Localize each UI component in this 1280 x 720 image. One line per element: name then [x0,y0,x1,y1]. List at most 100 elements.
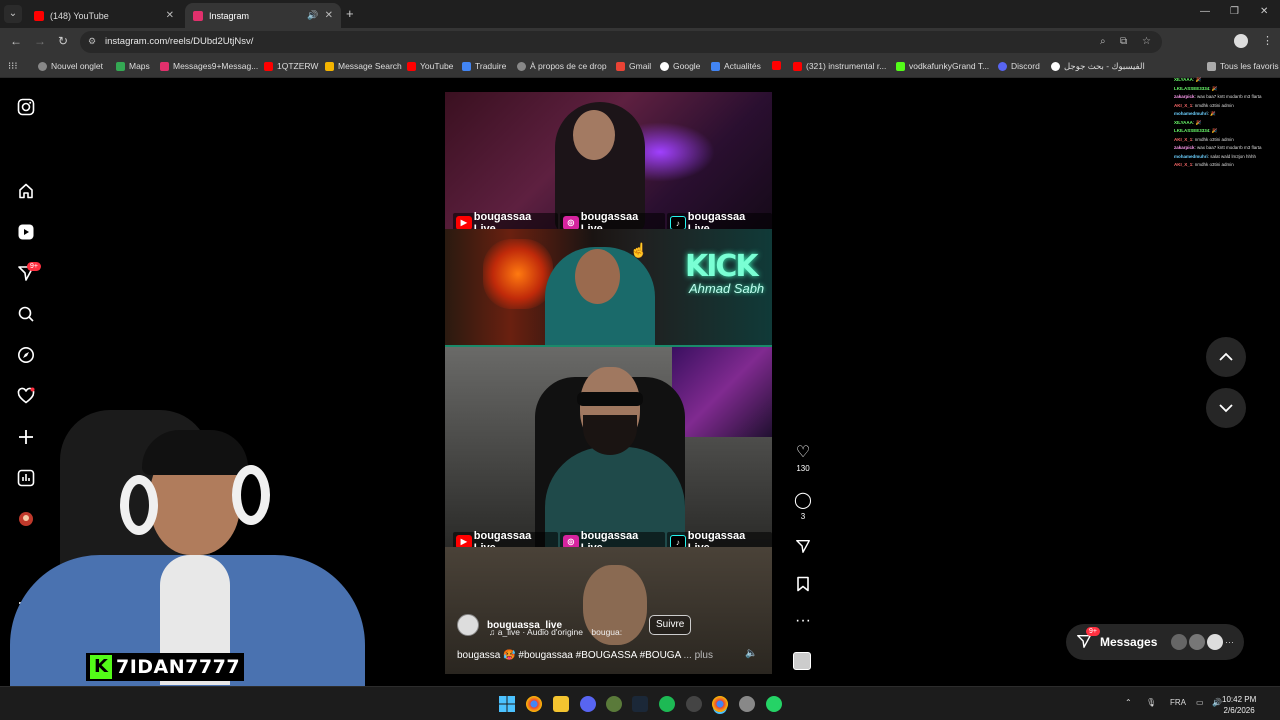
app-icon[interactable] [606,696,622,712]
more-options-button[interactable]: ··· [790,612,816,630]
like-button[interactable]: ♡ 130 [790,444,816,473]
minimize-button[interactable]: — [1200,6,1210,17]
speaker-icon[interactable]: 🔊 [307,10,318,21]
language-indicator[interactable]: FRA [1170,698,1186,707]
restore-button[interactable]: ❐ [1230,6,1239,17]
bookmark-item[interactable]: Discord [998,61,1040,71]
close-icon[interactable]: ✕ [325,10,333,21]
address-bar: ← → ↻ ⚙ instagram.com/reels/DUbd2UtjNsv/… [0,28,1280,56]
reel-caption[interactable]: bougassa 🥵 #bougassaa #BOUGASSA #BOUGA .… [457,650,713,661]
chat-line: XILYAAA: 🎉 [1174,76,1274,85]
chevron-up-icon [1219,352,1233,361]
chat-line: zakarpick: wax baa7 kntt modarrb m3 flar… [1174,93,1274,102]
system-clock[interactable]: 10:42 PM 2/6/2026 [1222,694,1256,716]
reload-button[interactable]: ↻ [58,34,68,48]
headphones [120,475,158,535]
tab-search-button[interactable]: ⌄ [4,5,22,23]
save-button[interactable] [790,576,816,597]
bookmark-item-all[interactable]: Tous les favoris [1207,61,1279,71]
steam-icon[interactable] [632,696,648,712]
bookmark-item[interactable]: Message Search [325,61,402,71]
bookmark-item[interactable]: الفيسبوك - بحث جوجل [1051,61,1145,72]
site-info-icon[interactable]: ⚙ [88,36,96,47]
messages-badge: 9+ [1086,626,1100,636]
network-icon[interactable]: ▭ [1196,698,1204,707]
close-window-button[interactable]: ✕ [1260,6,1268,17]
back-button[interactable]: ← [10,34,22,48]
bookmark-item[interactable]: Traduire [462,61,506,71]
bookmark-item[interactable]: Maps [116,61,150,71]
follow-button[interactable]: Suivre [649,615,692,635]
chat-message: : 🎉 [1192,77,1202,82]
streamer-nameplate: K 7IDAN7777 [86,653,245,681]
menu-kebab-icon[interactable]: ⋮ [1262,34,1273,47]
tab-instagram[interactable]: Instagram 🔊 ✕ [185,3,341,28]
new-tab-button[interactable]: + [346,6,354,21]
apps-icon[interactable]: ⁝⁝⁝ [8,61,18,72]
tray-chevron-icon[interactable]: ⌃ [1125,698,1132,707]
more-dots-icon: ··· [1225,637,1234,647]
discord-icon [998,61,1007,71]
home-icon[interactable] [17,182,35,200]
discord-icon[interactable] [580,696,596,712]
volume-icon[interactable]: 🔊 [1212,698,1222,707]
previous-reel-button[interactable] [1206,337,1246,377]
chat-line: mohamedmuhri: salat wald lm3jon hhhh [1174,153,1274,162]
chat-username: LKILASSEE3334 [1174,128,1210,133]
next-reel-button[interactable] [1206,388,1246,428]
bookmarks-bar: ⁝⁝⁝ Nouvel onglet Maps Messages9+Messag.… [0,56,1280,78]
file-explorer-icon[interactable] [553,696,569,712]
instagram-logo-icon[interactable] [17,98,35,116]
comment-button[interactable]: ◯ 3 [790,492,816,521]
close-icon[interactable]: ✕ [166,10,174,21]
bookmark-item[interactable]: (321) instrumental r... [793,61,886,71]
spotify-icon[interactable] [659,696,675,712]
tab-title: Instagram [209,10,250,21]
volume-icon[interactable]: 🔈 [745,648,757,659]
bookmark-item[interactable]: YouTube [407,61,453,71]
bookmark-item[interactable]: Messages9+Messag... [160,61,258,71]
explore-compass-icon[interactable] [17,346,35,364]
bookmark-item[interactable] [772,61,785,70]
audio-info[interactable]: ♫ a_live · Audio d'origine bougua: [489,627,622,637]
app-icon[interactable] [686,696,702,712]
windows-start-icon[interactable] [499,696,515,712]
reels-icon[interactable] [17,223,35,241]
chat-username: mohamedmuhri [1174,153,1208,159]
avatar [1207,634,1223,650]
microphone-icon[interactable]: 🎙 [1146,698,1156,707]
whatsapp-icon[interactable] [766,696,782,712]
tab-title: (148) YouTube [50,10,109,21]
reel-video[interactable]: ▶bougassaa Live ◎bougassaa Live ♪bougass… [445,92,772,674]
omnibox[interactable]: ⚙ instagram.com/reels/DUbd2UtjNsv/ ⌕ ⧉ ☆ [80,31,1162,53]
messages-button[interactable]: 9+ Messages ··· [1066,624,1244,660]
bookmark-item[interactable]: Google [660,61,700,71]
search-icon[interactable] [17,305,35,323]
bookmark-item[interactable]: Actualités [711,61,761,71]
more-link[interactable]: ... plus [683,650,712,661]
bookmark-star-icon[interactable]: ☆ [1142,36,1151,47]
share-button[interactable] [790,538,816,559]
bookmark-item[interactable]: Nouvel onglet [38,61,103,71]
profile-avatar[interactable] [1234,34,1248,48]
bookmark-item[interactable]: 1QTZERW [264,61,318,71]
bookmark-item[interactable]: À propos de ce drop [517,61,607,71]
chrome-icon[interactable] [526,696,542,712]
audio-thumbnail[interactable] [793,652,811,670]
bookmark-item[interactable]: vodkafunkyGrand T... [896,61,989,71]
cast-icon[interactable]: ⧉ [1120,36,1127,47]
neon-sign-sub: Ahmad Sabh [689,281,765,296]
tab-youtube[interactable]: (148) YouTube ✕ [26,3,182,28]
zoom-icon[interactable]: ⌕ [1100,36,1106,47]
maps-icon [116,61,125,71]
instagram-icon: ◎ [563,216,579,230]
tab-strip: ⌄ (148) YouTube ✕ Instagram 🔊 ✕ + — ❐ ✕ [0,0,1280,28]
bookmark-item[interactable]: Gmail [616,61,651,71]
chrome-active-icon[interactable] [712,696,728,712]
streamer-webcam: K 7IDAN7777 [0,405,370,686]
forward-button[interactable]: → [34,34,46,48]
author-avatar[interactable] [457,614,479,636]
url-text[interactable]: instagram.com/reels/DUbd2UtjNsv/ [105,36,253,47]
settings-gear-icon[interactable] [739,696,755,712]
heart-notifications-icon[interactable] [17,387,35,405]
